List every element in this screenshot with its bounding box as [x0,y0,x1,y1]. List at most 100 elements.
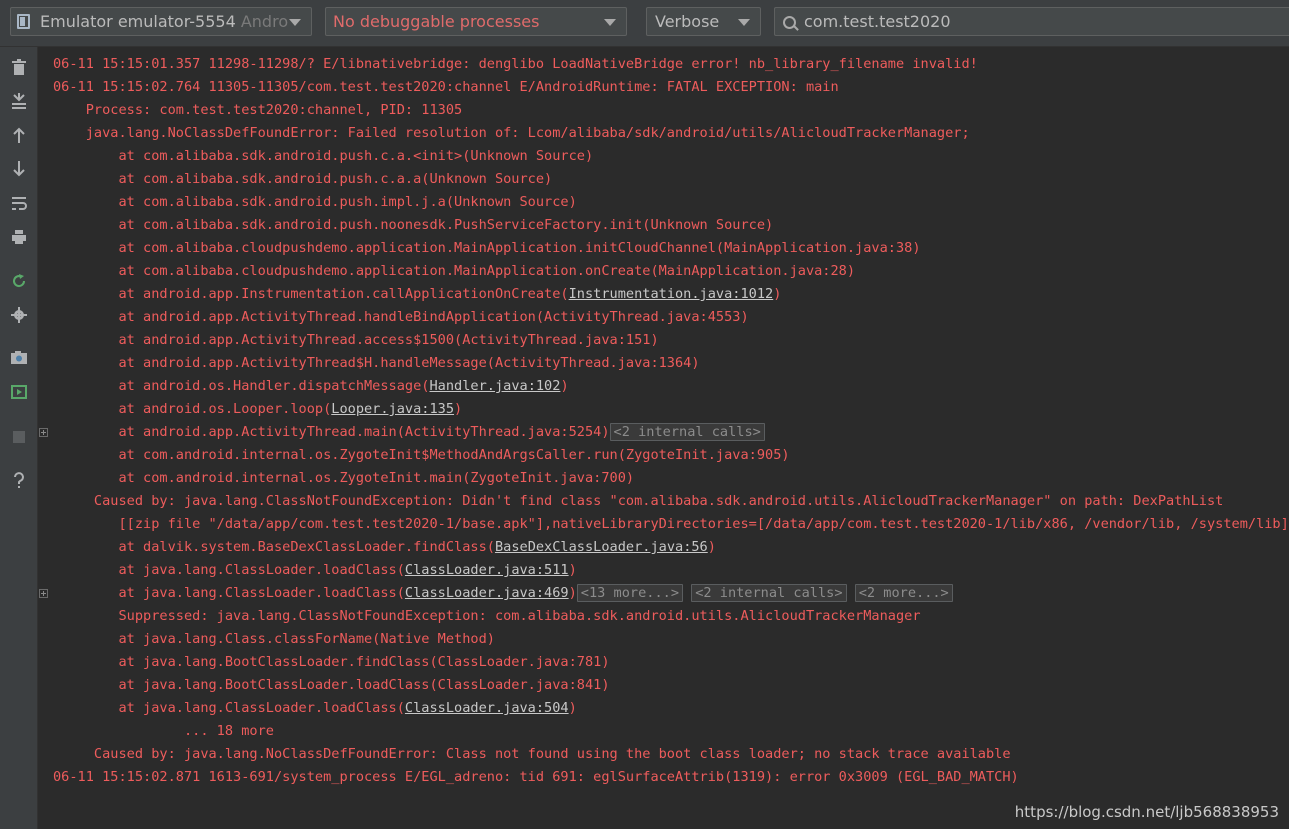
help-icon[interactable] [7,470,31,492]
folded-calls[interactable]: <13 more...> [576,584,684,602]
source-link[interactable]: BaseDexClassLoader.java:56 [495,539,708,555]
source-link[interactable]: ClassLoader.java:511 [405,562,569,578]
log-text: [[zip file "/data/app/com.test.test2020-… [53,516,1289,532]
source-link[interactable]: ClassLoader.java:504 [405,700,569,716]
log-text: at java.lang.Class.classForName(Native M… [53,631,495,647]
log-text: java.lang.NoClassDefFoundError: Failed r… [53,125,970,141]
folded-calls[interactable]: <2 internal calls> [609,423,765,441]
device-name: Emulator emulator-5554 [40,12,236,31]
log-text: at com.alibaba.sdk.android.push.c.a.a(Un… [53,171,553,187]
log-line: 06-11 15:15:01.357 11298-11298/? E/libna… [53,53,978,76]
log-text: at android.app.ActivityThread.handleBind… [53,309,749,325]
log-text-tail: ) [568,700,577,716]
log-text: Caused by: java.lang.NoClassDefFoundErro… [53,746,1011,762]
log-line: [[zip file "/data/app/com.test.test2020-… [53,513,1289,536]
logcat-toolbar: Emulator emulator-5554 Andro No debuggab… [0,0,1289,47]
log-text: at com.alibaba.sdk.android.push.c.a.<ini… [53,148,594,164]
search-icon [783,16,796,29]
arrow-down-icon[interactable] [7,158,31,180]
chevron-down-icon [289,19,301,26]
process-label: No debuggable processes [333,12,540,31]
camera-icon[interactable] [7,346,31,368]
watermark: https://blog.csdn.net/ljb568838953 [1014,803,1279,821]
log-text: at java.lang.ClassLoader.loadClass( [53,700,405,716]
log-text-tail: ) [454,401,463,417]
log-text: at java.lang.BootClassLoader.loadClass(C… [53,677,610,693]
log-text-tail: ) [707,539,716,555]
logcat-sidebar [0,47,38,829]
log-line: at android.app.ActivityThread.main(Activ… [53,421,765,444]
log-line: at java.lang.ClassLoader.loadClass(Class… [53,582,953,605]
log-line: Caused by: java.lang.ClassNotFoundExcept… [53,490,1223,513]
log-text: at android.os.Looper.loop( [53,401,332,417]
log-line: Process: com.test.test2020:channel, PID:… [53,99,462,122]
log-line: at java.lang.Class.classForName(Native M… [53,628,495,651]
log-text: at android.app.Instrumentation.callAppli… [53,286,569,302]
soft-wrap-icon[interactable] [7,192,31,214]
log-level-label: Verbose [655,12,720,31]
log-line: ... 18 more [53,720,274,743]
source-link[interactable]: ClassLoader.java:469 [405,585,569,601]
source-link[interactable]: Handler.java:102 [429,378,560,394]
expand-fold-icon[interactable] [39,589,48,598]
folded-calls[interactable]: <2 internal calls> [691,584,847,602]
arrow-up-icon[interactable] [7,124,31,146]
search-query: com.test.test2020 [804,12,951,31]
trash-icon[interactable] [7,56,31,78]
screen-record-icon[interactable] [7,381,31,403]
log-line: at java.lang.ClassLoader.loadClass(Class… [53,559,577,582]
log-text: at android.os.Handler.dispatchMessage( [53,378,430,394]
log-text: Suppressed: java.lang.ClassNotFoundExcep… [53,608,921,624]
log-line: at java.lang.BootClassLoader.findClass(C… [53,651,610,674]
log-text: at java.lang.ClassLoader.loadClass( [53,562,405,578]
log-line: Caused by: java.lang.NoClassDefFoundErro… [53,743,1011,766]
log-text: at com.alibaba.cloudpushdemo.application… [53,240,921,256]
folded-calls[interactable]: <2 more...> [854,584,953,602]
log-level-selector[interactable]: Verbose [646,7,761,36]
restart-icon[interactable] [7,270,31,292]
chevron-down-icon [738,19,750,26]
log-line: at com.android.internal.os.ZygoteInit$Me… [53,444,790,467]
source-link[interactable]: Instrumentation.java:1012 [569,286,774,302]
log-line: 06-11 15:15:02.871 1613-691/system_proce… [53,766,1019,789]
log-line: at android.os.Handler.dispatchMessage(Ha… [53,375,569,398]
log-line: at android.app.ActivityThread.access$150… [53,329,658,352]
log-line: at android.app.ActivityThread.handleBind… [53,306,749,329]
log-text: at java.lang.ClassLoader.loadClass( [53,585,405,601]
stop-icon[interactable] [7,426,31,448]
log-text: at com.android.internal.os.ZygoteInit$Me… [53,447,790,463]
log-line: at android.os.Looper.loop(Looper.java:13… [53,398,462,421]
log-text-tail: ) [568,562,577,578]
log-text: at android.app.ActivityThread$H.handleMe… [53,355,700,371]
log-line: at com.alibaba.cloudpushdemo.application… [53,237,921,260]
source-link[interactable]: Looper.java:135 [331,401,454,417]
log-text: 06-11 15:15:02.871 1613-691/system_proce… [53,769,1019,785]
log-text: at java.lang.BootClassLoader.findClass(C… [53,654,610,670]
expand-fold-icon[interactable] [39,428,48,437]
search-input[interactable]: com.test.test2020 [774,7,1289,36]
log-text: at android.app.ActivityThread.main(Activ… [53,424,610,440]
log-text-tail: ) [560,378,569,394]
log-text: 06-11 15:15:01.357 11298-11298/? E/libna… [53,56,978,72]
logcat-output[interactable]: 06-11 15:15:01.357 11298-11298/? E/libna… [38,47,1289,829]
log-text: at com.alibaba.cloudpushdemo.application… [53,263,856,279]
gear-icon[interactable] [7,304,31,326]
process-selector[interactable]: No debuggable processes [325,7,627,36]
device-selector[interactable]: Emulator emulator-5554 Andro [10,7,312,36]
log-line: at com.alibaba.sdk.android.push.c.a.<ini… [53,145,593,168]
log-line: at com.alibaba.sdk.android.push.impl.j.a… [53,191,576,214]
scroll-to-end-icon[interactable] [7,90,31,112]
log-text: 06-11 15:15:02.764 11305-11305/com.test.… [53,79,839,95]
log-line: Suppressed: java.lang.ClassNotFoundExcep… [53,605,921,628]
log-text-tail: ) [773,286,782,302]
log-line: at java.lang.BootClassLoader.loadClass(C… [53,674,610,697]
chevron-down-icon [604,19,616,26]
log-line: at dalvik.system.BaseDexClassLoader.find… [53,536,716,559]
log-text: at dalvik.system.BaseDexClassLoader.find… [53,539,495,555]
log-line: at android.app.ActivityThread$H.handleMe… [53,352,700,375]
log-line: 06-11 15:15:02.764 11305-11305/com.test.… [53,76,839,99]
log-line: at com.alibaba.sdk.android.push.noonesdk… [53,214,773,237]
log-text: ... 18 more [53,723,274,739]
printer-icon[interactable] [7,226,31,248]
log-line: java.lang.NoClassDefFoundError: Failed r… [53,122,970,145]
